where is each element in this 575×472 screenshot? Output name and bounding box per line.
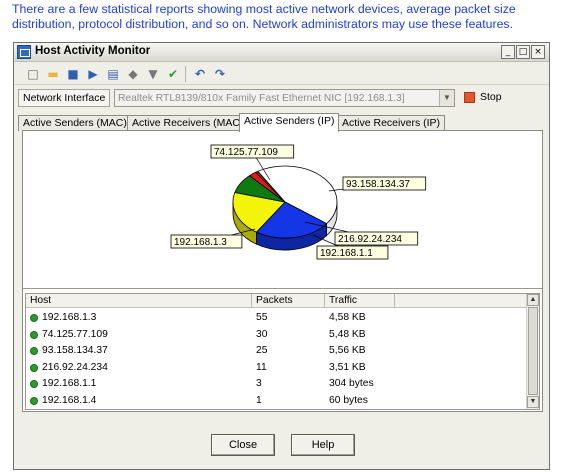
pie-chart-area: 192.168.1.3 74.125.77.109 93.158.134.37 216… — [23, 131, 542, 289]
toolbar-separator — [185, 66, 186, 82]
play-icon[interactable]: ▶ — [85, 66, 101, 82]
table-row[interactable]: 224.0.0.100 bytes — [26, 409, 527, 410]
cell-traffic: 304 bytes — [329, 378, 374, 389]
redo-icon[interactable]: ↷ — [212, 66, 228, 82]
status-dot-icon — [30, 363, 38, 372]
open-folder-icon[interactable]: ▬ — [45, 66, 61, 82]
column-traffic[interactable]: Traffic — [325, 294, 395, 308]
filter-icon[interactable]: ▼ — [145, 66, 161, 82]
pie-label: 192.168.1.3 — [174, 237, 227, 248]
tab-active-senders-ip[interactable]: Active Senders (IP) — [239, 113, 340, 132]
toolbar: □ ▬ ■ ▶ ▤ ◆ ▼ ✔ ↶ ↷ — [14, 63, 549, 85]
network-interface-label: Network Interface — [18, 89, 111, 107]
table-row[interactable]: 216.92.24.234 11 3,51 KB — [26, 360, 527, 376]
cell-traffic: 5,56 KB — [329, 345, 366, 356]
column-host[interactable]: Host — [26, 294, 252, 308]
hosts-table: Host Packets Traffic 192.168.1.3 55 4,58 K… — [25, 293, 540, 410]
app-icon — [17, 45, 31, 59]
pie-label: 93.158.134.37 — [346, 179, 410, 190]
table-row[interactable]: 93.158.134.37 25 5,56 KB — [26, 343, 527, 359]
table-header: Host Packets Traffic — [26, 294, 527, 308]
table-icon[interactable]: ▤ — [105, 66, 121, 82]
title-bar[interactable]: Host Activity Monitor _ □ × — [14, 43, 549, 62]
cell-host: 192.168.1.1 — [42, 378, 97, 389]
status-dot-icon — [30, 314, 38, 322]
interface-row: Network Interface Realtek RTL8139/810x F… — [14, 87, 549, 109]
cell-packets: 25 — [256, 345, 268, 356]
maximize-button[interactable]: □ — [516, 45, 530, 59]
scroll-thumb[interactable] — [528, 307, 538, 395]
pie-label: 216.92.24.234 — [338, 234, 402, 245]
table-scrollbar[interactable]: ▲ ▼ — [526, 294, 539, 409]
intro-text: There are a few statistical reports show… — [12, 2, 516, 31]
status-dot-icon — [30, 330, 38, 339]
window-title: Host Activity Monitor — [35, 45, 151, 57]
table-row[interactable]: 192.168.1.3 55 4,58 KB — [26, 310, 527, 326]
close-button[interactable]: Close — [211, 434, 275, 456]
stop-label: Stop — [480, 91, 502, 103]
cell-packets: 1 — [256, 394, 262, 406]
tab-active-receivers-mac[interactable]: Active Receivers (MAC) — [127, 115, 249, 131]
network-interface-select[interactable]: Realtek RTL8139/810x Family Fast Etherne… — [114, 89, 455, 107]
network-interface-value: Realtek RTL8139/810x Family Fast Etherne… — [118, 93, 405, 104]
stop-button[interactable]: Stop — [461, 89, 513, 107]
cell-packets: 30 — [256, 328, 268, 340]
column-packets[interactable]: Packets — [252, 294, 325, 308]
table-row[interactable]: 192.168.1.1 3 304 bytes — [26, 376, 527, 392]
table-row[interactable]: 192.168.1.4 1 60 bytes — [26, 393, 527, 409]
save-icon[interactable]: ■ — [65, 66, 81, 82]
tab-active-receivers-ip[interactable]: Active Receivers (IP) — [337, 115, 446, 131]
scroll-up-icon[interactable]: ▲ — [527, 294, 539, 306]
pie-chart: 192.168.1.3 74.125.77.109 93.158.134.37 216… — [170, 144, 427, 260]
cell-host: 74.125.77.109 — [42, 328, 108, 340]
cell-host: 192.168.1.3 — [42, 312, 97, 323]
cell-traffic: 0 bytes — [325, 409, 395, 410]
cell-host: 192.168.1.4 — [42, 394, 97, 406]
chevron-down-icon[interactable]: ▼ — [439, 90, 454, 106]
new-file-icon[interactable]: □ — [25, 66, 41, 82]
help-button[interactable]: Help — [291, 434, 355, 456]
table-row[interactable]: 74.125.77.109 30 5,48 KB — [26, 327, 527, 343]
close-window-button[interactable]: × — [531, 45, 545, 59]
status-dot-icon — [30, 347, 38, 355]
status-dot-icon — [30, 396, 38, 405]
cell-host: 93.158.134.37 — [42, 345, 108, 356]
tab-active-senders-mac[interactable]: Active Senders (MAC) — [18, 115, 132, 131]
cell-packets: 3 — [256, 378, 262, 389]
cell-traffic: 4,58 KB — [329, 312, 366, 323]
eraser-icon[interactable]: ◆ — [125, 66, 141, 82]
host-activity-window: Host Activity Monitor _ □ × □ ▬ ■ ▶ ▤ ◆ … — [13, 42, 550, 470]
cell-traffic: 60 bytes — [329, 394, 368, 406]
cell-packets: 11 — [256, 361, 267, 373]
minimize-button[interactable]: _ — [501, 45, 515, 59]
column-empty — [395, 294, 527, 308]
cell-traffic: 5,48 KB — [329, 328, 366, 340]
cell-packets: 0 — [252, 409, 325, 410]
cell-packets: 55 — [256, 312, 268, 323]
checkmark-icon[interactable]: ✔ — [165, 66, 181, 82]
scroll-down-icon[interactable]: ▼ — [527, 396, 539, 408]
status-dot-icon — [30, 380, 38, 388]
tab-bar: Active Senders (MAC) Active Receivers (M… — [18, 113, 548, 132]
stop-icon — [464, 92, 475, 103]
cell-host: 216.92.24.234 — [42, 361, 108, 373]
pie-label: 192.168.1.1 — [320, 248, 373, 259]
tab-panel: 192.168.1.3 74.125.77.109 93.158.134.37 216… — [22, 130, 543, 412]
undo-icon[interactable]: ↶ — [192, 66, 208, 82]
cell-host: 224.0.0.1 — [38, 409, 252, 410]
cell-traffic: 3,51 KB — [329, 361, 366, 373]
pie-label: 74.125.77.109 — [214, 147, 278, 158]
